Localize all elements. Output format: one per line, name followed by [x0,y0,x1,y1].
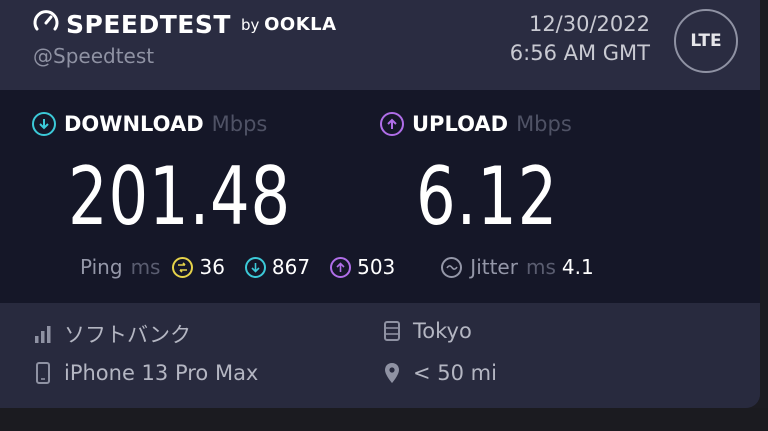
jitter-unit: ms [525,255,556,279]
time: 6:56 AM GMT [509,41,650,65]
idle-ping-value: 36 [199,255,225,279]
jitter-label: Jitter [470,255,518,279]
carrier-item: ソフトバンク [32,319,191,349]
idle-ping-icon [172,256,194,278]
download-unit: Mbps [211,112,268,136]
download-title: DOWNLOAD [64,112,204,136]
location-pin-icon [381,362,403,384]
server-distance: < 50 mi [413,361,497,385]
device-name: iPhone 13 Pro Max [64,361,259,385]
download-value: 201.48 [68,150,292,243]
server-icon [381,321,403,341]
upload-ping-value: 503 [357,255,396,279]
brand-name: SPEEDTEST [66,9,231,39]
upload-arrow-icon [380,112,404,136]
phone-icon [32,362,54,384]
jitter-value: 4.1 [561,255,594,279]
ping-row: Ping ms 36 867 503 Jitter ms 4.1 [80,255,594,279]
upload-label: UPLOAD Mbps [380,112,572,136]
header: SPEEDTEST by OOKLA @Speedtest 12/30/2022… [0,0,760,90]
upload-title: UPLOAD [412,112,509,136]
by-ookla: by OOKLA [241,14,337,35]
by-text: by [240,15,260,34]
speedtest-logo: SPEEDTEST by OOKLA [32,9,337,39]
speedometer-icon [32,8,60,40]
upload-unit: Mbps [516,112,572,136]
server-item: Tokyo [381,319,472,343]
bottom-strip [0,408,768,431]
jitter-icon [441,256,463,278]
upload-ping-icon [330,256,352,278]
distance-item: < 50 mi [381,361,497,385]
server-location: Tokyo [413,319,472,343]
ping-unit: ms [130,255,161,279]
download-arrow-icon [32,112,56,136]
result-card: SPEEDTEST by OOKLA @Speedtest 12/30/2022… [0,0,760,408]
timestamp: 12/30/2022 6:56 AM GMT [510,10,650,68]
ping-label: Ping [80,255,123,279]
network-badge: LTE [674,9,738,73]
date: 12/30/2022 [528,12,650,36]
results-panel: DOWNLOAD Mbps 201.48 UPLOAD Mbps 6.12 Pi… [0,90,760,303]
carrier-name: ソフトバンク [64,323,192,347]
signal-bars-icon [32,324,54,344]
download-ping-icon [244,256,266,278]
handle: @Speedtest [33,44,155,68]
download-label: DOWNLOAD Mbps [32,112,267,136]
download-ping-value: 867 [271,255,311,279]
connection-details: ソフトバンク iPhone 13 Pro Max Tokyo < 50 mi [0,303,760,408]
upload-value: 6.12 [416,150,559,243]
device-item: iPhone 13 Pro Max [32,361,258,385]
ookla-text: OOKLA [264,13,337,35]
